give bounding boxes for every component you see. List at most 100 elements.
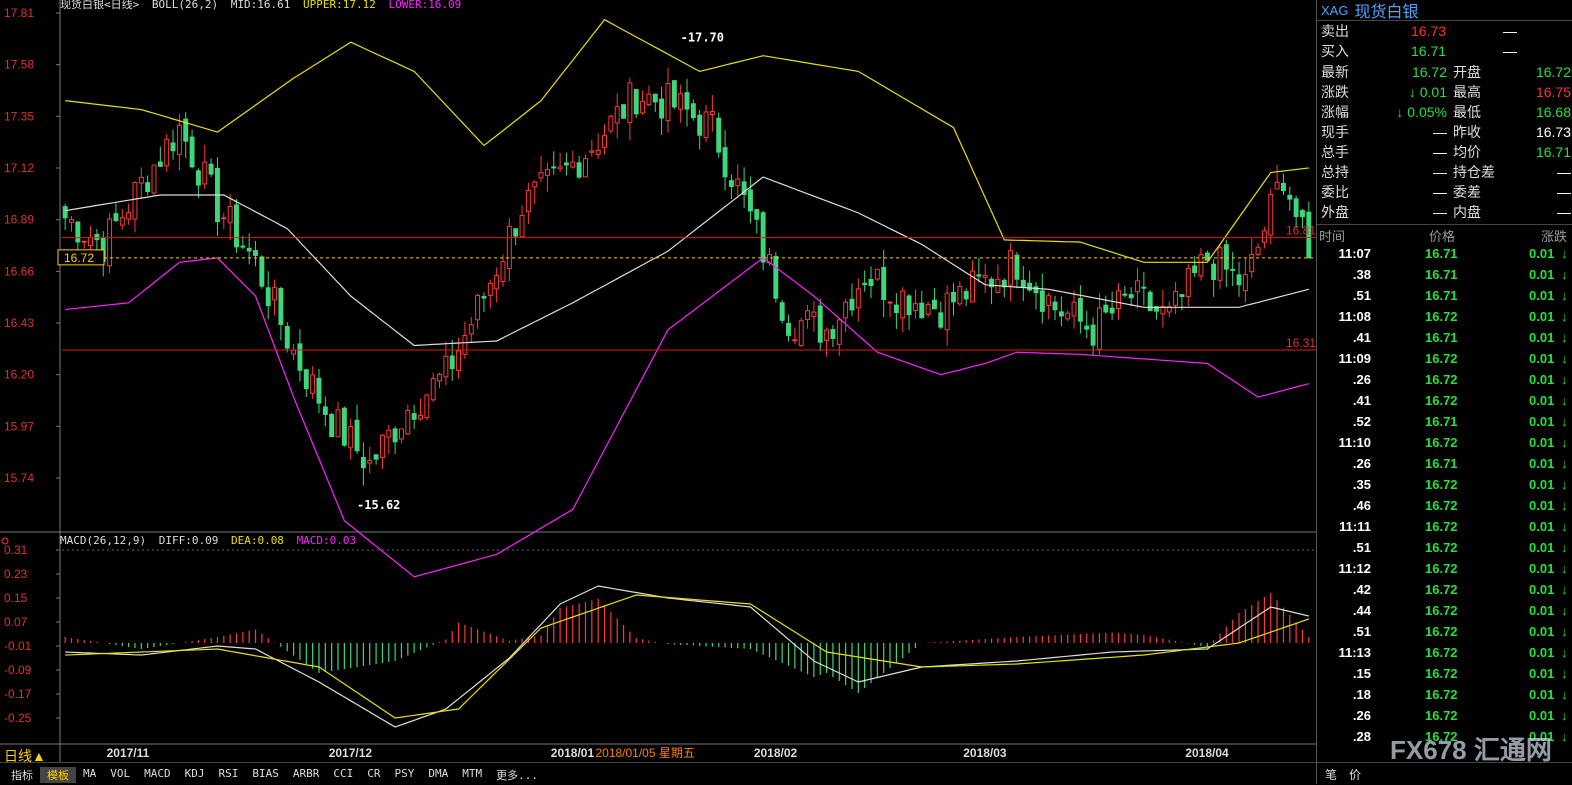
candle-body (437, 373, 443, 382)
candle-body (360, 456, 366, 469)
panel-tab[interactable]: 笔 (1325, 766, 1337, 783)
tick-change: 0.01 (1529, 708, 1555, 723)
indicator-name[interactable]: BOLL(26,2) (152, 0, 218, 11)
tick-row[interactable]: .26 16.72 0.01 ↓ (1317, 370, 1572, 391)
quote-label: 内盘 (1453, 204, 1481, 220)
tick-time: .41 (1352, 330, 1371, 345)
candle-body (322, 406, 328, 415)
indicator-tab[interactable]: VOL (103, 767, 137, 783)
diff-value: DIFF:0.09 (158, 534, 219, 547)
period-selector[interactable]: 日线▲ (4, 746, 46, 766)
tick-row[interactable]: .42 16.72 0.01 ↓ (1317, 580, 1572, 601)
tick-row[interactable]: .38 16.71 0.01 ↓ (1317, 265, 1572, 286)
candle-body (1261, 230, 1267, 243)
tick-time: 11:08 (1338, 309, 1371, 324)
indicator-tab[interactable]: DMA (421, 767, 455, 783)
upper-value: UPPER:17.12 (302, 0, 376, 11)
indicator-tab[interactable]: RSI (212, 767, 246, 783)
indicator-tab[interactable]: ARBR (286, 767, 327, 783)
tick-change: 0.01 (1529, 624, 1555, 639)
tick-row[interactable]: .51 16.72 0.01 ↓ (1317, 622, 1572, 643)
quote-label: 最低 (1453, 104, 1481, 120)
hline-label: 16.31 (1286, 336, 1316, 350)
tick-change: 0.01 (1529, 372, 1555, 387)
candle-body (557, 166, 563, 170)
price-chart[interactable]: 17.81 17.58 17.35 17.12 16.89 16.66 16.43 16.20… (0, 0, 1316, 762)
indicator-tab[interactable]: 更多... (489, 767, 545, 783)
tick-row[interactable]: .41 16.71 0.01 ↓ (1317, 328, 1572, 349)
tick-time: .26 (1352, 456, 1371, 471)
indicator-tab[interactable]: 指标 (4, 767, 40, 783)
tick-change: 0.01 (1529, 435, 1555, 450)
candle-body (386, 429, 392, 438)
tick-row[interactable]: 11:09 16.72 0.01 ↓ (1317, 349, 1572, 370)
tick-row[interactable]: .46 16.72 0.01 ↓ (1317, 496, 1572, 517)
tick-row[interactable]: .41 16.72 0.01 ↓ (1317, 391, 1572, 412)
indicator-tab[interactable]: PSY (388, 767, 422, 783)
indicator-tab[interactable]: 模板 (40, 767, 76, 783)
indicator-tab[interactable]: BIAS (245, 767, 286, 783)
tick-row[interactable]: 11:07 16.71 0.01 ↓ (1317, 244, 1572, 265)
quote-value: ↓ 0.05% (1396, 104, 1447, 120)
quote-value: 16.72 (1411, 64, 1447, 80)
candle-body (202, 161, 208, 185)
candle-body (944, 292, 950, 331)
quote-label: 委差 (1453, 184, 1481, 200)
candle-body (754, 209, 760, 220)
tick-price: 16.72 (1425, 561, 1458, 576)
panel-tab[interactable]: 价 (1349, 766, 1361, 783)
tick-row[interactable]: .18 16.72 0.01 ↓ (1317, 685, 1572, 706)
candle-body (373, 454, 379, 460)
candle-body (957, 285, 963, 305)
candle-body (176, 124, 182, 155)
indicator-tab[interactable]: MACD (137, 767, 178, 783)
candle-body (367, 459, 373, 464)
candle-body (938, 312, 944, 328)
candle-body (1230, 268, 1236, 271)
down-arrow-icon: ↓ (1561, 456, 1568, 471)
candle-body (614, 106, 620, 124)
indicator-tab[interactable]: MA (76, 767, 103, 783)
indicator-tab[interactable]: CR (360, 767, 387, 783)
tick-row[interactable]: 11:13 16.72 0.01 ↓ (1317, 643, 1572, 664)
indicator-tab[interactable]: CCI (326, 767, 360, 783)
tick-row[interactable]: .26 16.71 0.01 ↓ (1317, 454, 1572, 475)
tick-row[interactable]: .44 16.72 0.01 ↓ (1317, 601, 1572, 622)
quote-label: 委比 (1321, 184, 1349, 200)
candle-body (963, 291, 969, 300)
tick-row[interactable]: 11:12 16.72 0.01 ↓ (1317, 559, 1572, 580)
macd-name[interactable]: MACD(26,12,9) (60, 534, 146, 547)
macd-tick-label: -0.09 (4, 663, 32, 677)
tick-row[interactable]: .52 16.71 0.01 ↓ (1317, 412, 1572, 433)
candle-body (424, 394, 430, 418)
candle-body (868, 278, 874, 287)
tick-row[interactable]: .51 16.71 0.01 ↓ (1317, 286, 1572, 307)
chart-area[interactable]: 17.81 17.58 17.35 17.12 16.89 16.66 16.43 16.20… (0, 0, 1316, 762)
candle-body (88, 237, 94, 247)
down-arrow-icon: ↓ (1561, 414, 1568, 429)
tick-time: .41 (1352, 393, 1371, 408)
candle-body (1274, 181, 1280, 190)
candle-body (303, 369, 309, 390)
indicator-tab[interactable]: KDJ (178, 767, 212, 783)
tick-row[interactable]: 11:11 16.72 0.01 ↓ (1317, 517, 1572, 538)
tick-row[interactable]: .35 16.72 0.01 ↓ (1317, 475, 1572, 496)
candle-body (735, 178, 741, 187)
tick-row[interactable]: .26 16.72 0.01 ↓ (1317, 706, 1572, 727)
candle-body (462, 335, 468, 355)
ticks-time-header: 时间 (1319, 229, 1346, 244)
candle-body (640, 100, 646, 114)
tick-time: .15 (1352, 666, 1371, 681)
candle-body (107, 218, 113, 267)
tick-price: 16.71 (1425, 330, 1458, 345)
tick-row[interactable]: 11:08 16.72 0.01 ↓ (1317, 307, 1572, 328)
candle-body (900, 290, 906, 319)
tick-price: 16.72 (1425, 393, 1458, 408)
candle-body (1103, 304, 1109, 313)
candle-body (919, 302, 925, 318)
candle-body (951, 291, 956, 303)
indicator-tab[interactable]: MTM (455, 767, 489, 783)
tick-row[interactable]: .15 16.72 0.01 ↓ (1317, 664, 1572, 685)
tick-row[interactable]: 11:10 16.72 0.01 ↓ (1317, 433, 1572, 454)
tick-row[interactable]: .51 16.72 0.01 ↓ (1317, 538, 1572, 559)
